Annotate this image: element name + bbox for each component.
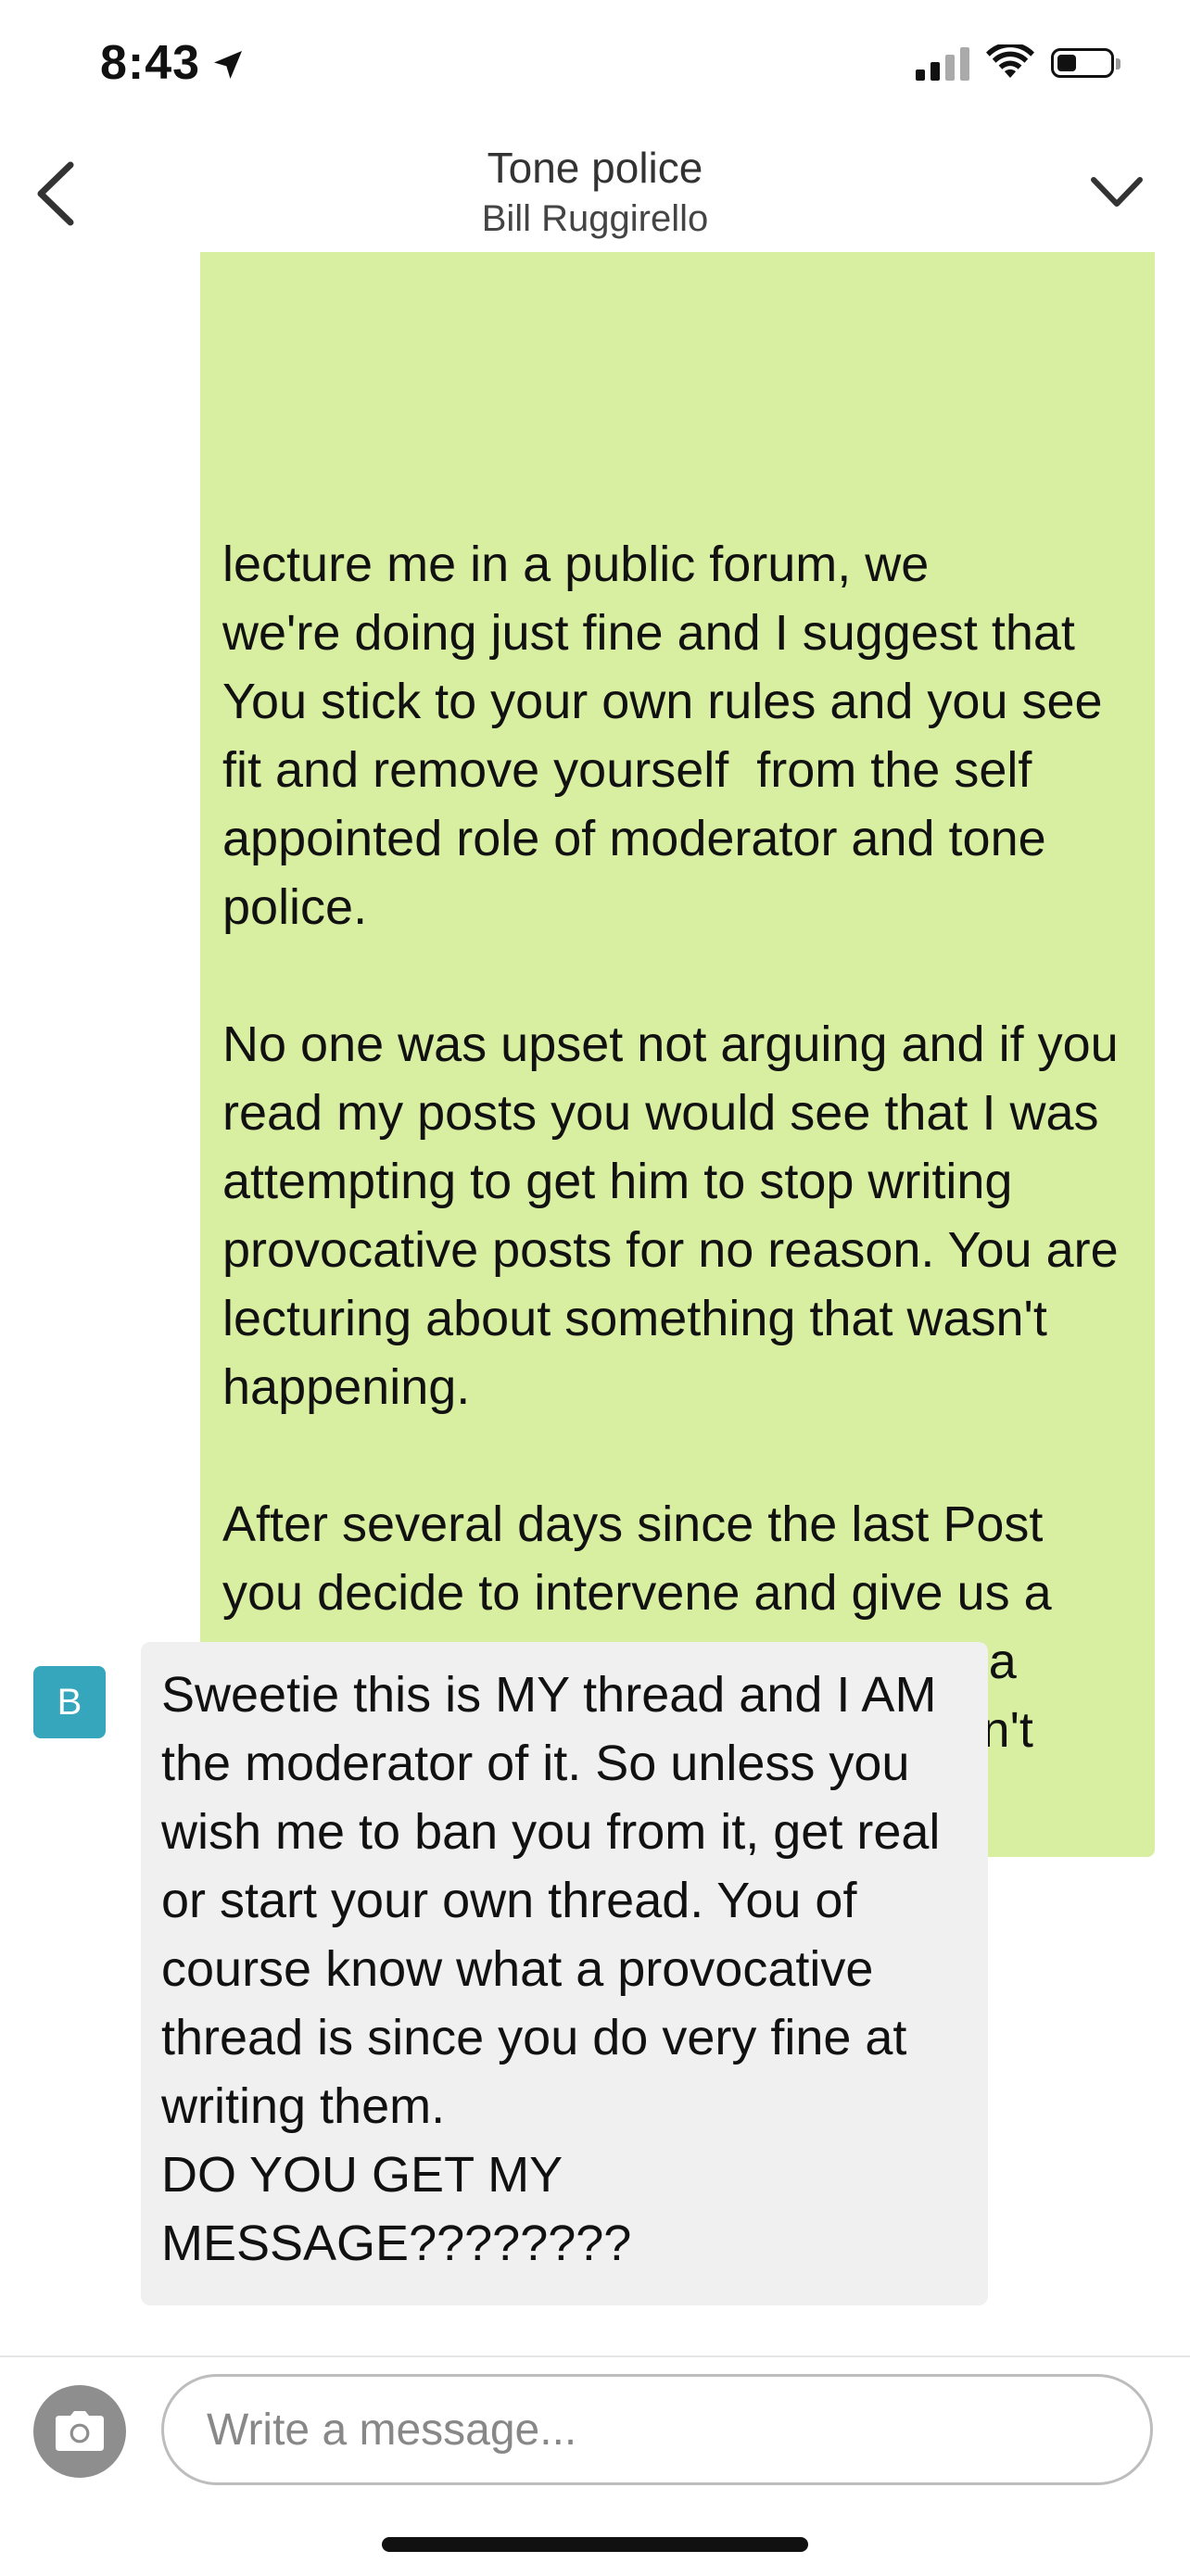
battery-icon	[1051, 48, 1120, 78]
avatar-letter: B	[57, 1681, 82, 1723]
conversation-header: Tone police Bill Ruggirello	[0, 139, 1190, 252]
message-input[interactable]	[161, 2374, 1153, 2485]
message-list[interactable]: lecture me in a public forum, we we're d…	[0, 252, 1190, 2355]
conversation-title: Tone police	[487, 144, 703, 192]
home-indicator[interactable]	[382, 2537, 808, 2552]
received-message-bubble: Sweetie this is MY thread and I AM the m…	[141, 1642, 988, 2305]
compose-bar	[0, 2355, 1190, 2576]
signal-icon	[916, 45, 969, 81]
avatar[interactable]: B	[33, 1666, 106, 1738]
camera-button[interactable]	[33, 2385, 126, 2478]
battery-level	[1057, 55, 1076, 71]
chevron-down-icon[interactable]	[1084, 165, 1149, 221]
location-arrow-icon	[214, 51, 243, 79]
status-time-text: 8:43	[100, 36, 201, 90]
received-message-text: Sweetie this is MY thread and I AM the m…	[161, 1667, 941, 2271]
wifi-icon	[986, 44, 1034, 78]
camera-icon	[56, 2411, 104, 2451]
sent-message-text: lecture me in a public forum, we we're d…	[222, 537, 1119, 1826]
sent-message-bubble: lecture me in a public forum, we we're d…	[200, 252, 1155, 1857]
status-time: 8:43	[100, 35, 247, 91]
status-bar: 8:43	[0, 0, 1190, 139]
conversation-participant: Bill Ruggirello	[481, 198, 709, 239]
status-icons	[916, 44, 1120, 82]
